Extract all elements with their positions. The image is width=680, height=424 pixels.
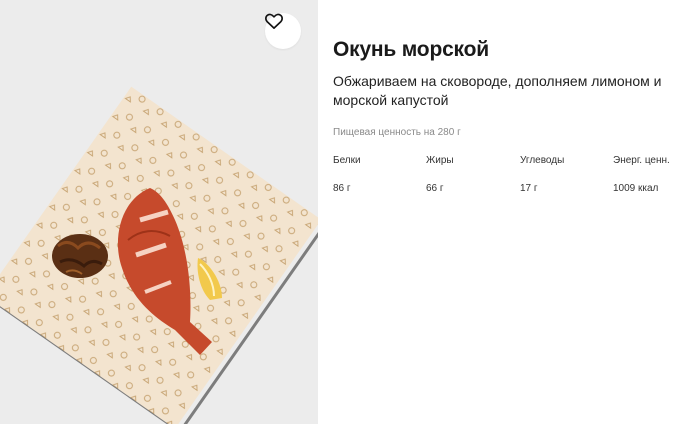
nutrition-carbs: Углеводы 17 г [520,155,565,194]
seaweed-side [52,234,108,278]
nutrition-label: Жиры [426,155,454,166]
nutrition-value: 1009 ккал [613,183,659,194]
nutrition-value: 86 г [333,183,351,194]
nutrition-energy: Энерг. ценн. 1009 ккал [613,155,670,194]
nutrition-proteins: Белки 86 г [333,155,361,194]
product-info: Окунь морской Обжариваем на сковороде, д… [333,0,673,424]
nutrition-fats: Жиры 66 г [426,155,454,194]
product-photo [0,86,318,424]
favorite-button[interactable] [265,13,301,49]
product-title: Окунь морской [333,38,489,61]
nutrition-table: Белки 86 г Жиры 66 г Углеводы 17 г Энерг… [333,155,678,205]
nutrition-label: Белки [333,155,361,166]
nutrition-label: Энерг. ценн. [613,155,670,166]
nutrition-label: Углеводы [520,155,565,166]
nutrition-value: 17 г [520,183,538,194]
product-description: Обжариваем на сковороде, дополняем лимон… [333,73,662,108]
nutrition-value: 66 г [426,183,444,194]
nutrition-caption: Пищевая ценность на 280 г [333,127,461,138]
product-photo-panel [0,0,318,424]
heart-outline-icon [265,13,283,29]
